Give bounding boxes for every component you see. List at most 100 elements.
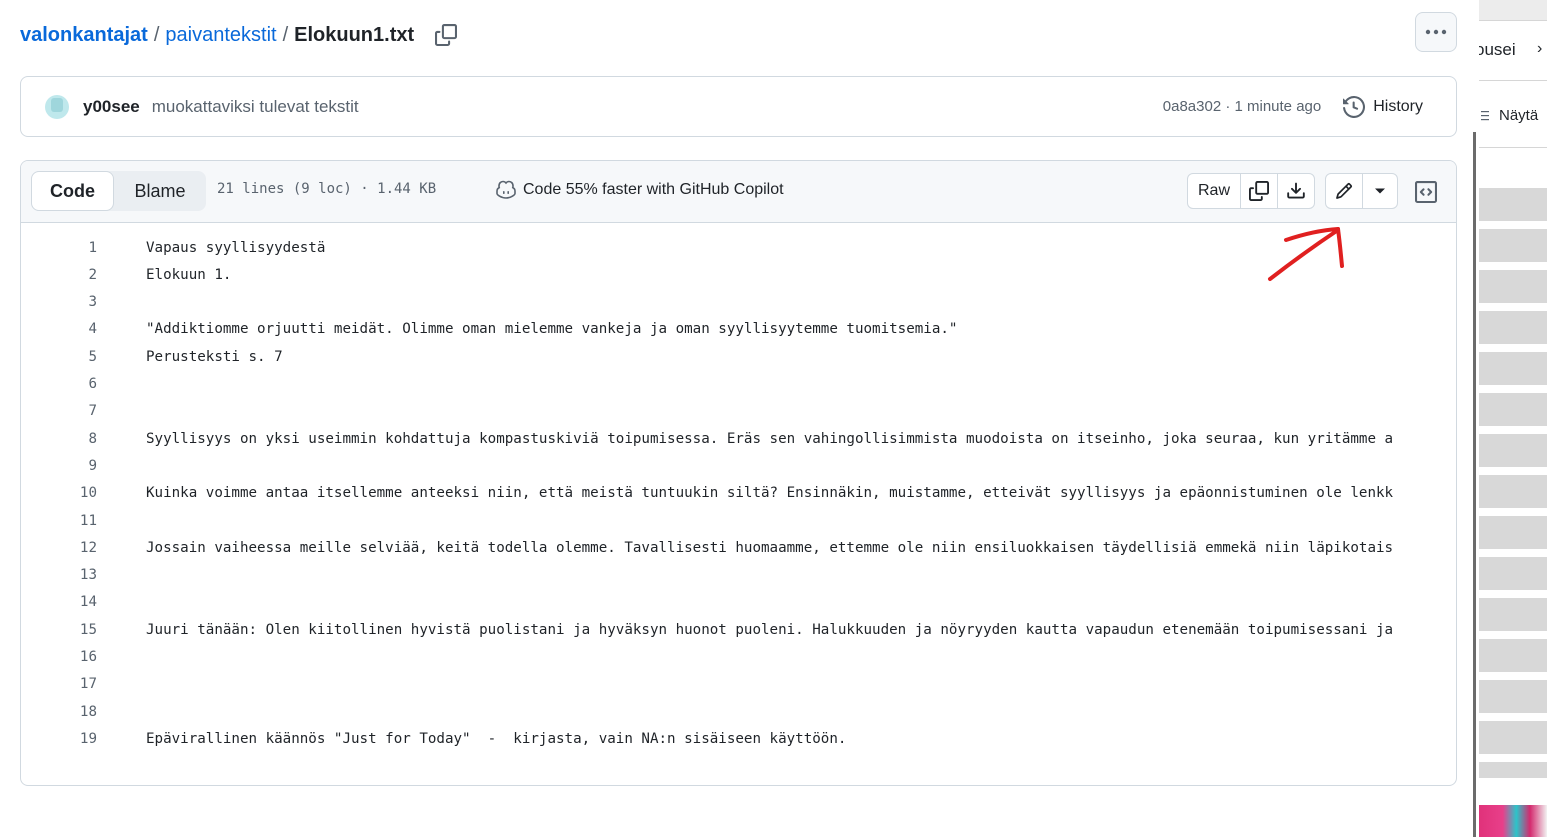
line-number[interactable]: 9 [21,458,97,474]
code-content[interactable]: 1 Vapaus syyllisyydestä 2 Elokuun 1. 3 4 "A… [21,222,1456,785]
line-number[interactable]: 2 [21,267,97,283]
copy-raw-button[interactable] [1240,174,1277,208]
line-number[interactable]: 6 [21,376,97,392]
commit-author[interactable]: y00see [83,97,140,117]
decorative-image [1479,805,1547,837]
line-number[interactable]: 14 [21,594,97,610]
code-line: 17 [21,671,146,698]
copilot-promo-text: Code 55% faster with GitHub Copilot [523,181,784,198]
breadcrumb-owner-link[interactable]: valonkantajat [20,24,148,47]
line-text: Elokuun 1. [146,266,232,283]
copy-path-icon[interactable] [432,21,460,49]
download-button[interactable] [1277,174,1314,208]
panel-row[interactable] [1479,270,1547,303]
line-text: "Addiktiomme orjuutti meidät. Olimme oma… [146,321,958,338]
avatar[interactable] [45,94,69,119]
code-line: 14 [21,589,146,616]
copilot-promo-link[interactable]: Code 55% faster with GitHub Copilot [495,180,784,200]
line-text: Juuri tänään: Olen kiitollinen hyvistä p… [146,621,1394,638]
breadcrumb-file-name: Elokuun1.txt [294,23,415,46]
list-icon [1481,110,1489,120]
panel-row[interactable] [1479,311,1547,344]
panel-item[interactable]: ousei [1479,40,1516,60]
scrollbar[interactable] [1473,132,1476,837]
code-line: 3 [21,289,146,316]
panel-row[interactable] [1479,188,1547,221]
main-content: valonkantajat / paivantekstit / Elokuun1… [0,0,1475,837]
line-number[interactable]: 12 [21,540,97,556]
line-number[interactable]: 17 [21,676,97,692]
breadcrumb-repo-link[interactable]: paivantekstit [165,24,276,47]
code-line: 13 [21,562,146,589]
line-number[interactable]: 7 [21,403,97,419]
line-number[interactable]: 19 [21,731,97,747]
line-number[interactable]: 11 [21,513,97,529]
line-number[interactable]: 1 [21,240,97,256]
line-number[interactable]: 3 [21,294,97,310]
kebab-horizontal-icon [1425,29,1447,35]
history-button[interactable]: History [1343,95,1423,118]
raw-button[interactable]: Raw [1188,174,1240,208]
line-number[interactable]: 10 [21,485,97,501]
code-line: 8 Syyllisyys on yksi useimmin kohdattuja … [21,425,1393,452]
panel-row[interactable] [1479,557,1547,590]
code-line: 1 Vapaus syyllisyydestä [21,234,325,261]
line-text: Perusteksti s. 7 [146,348,283,365]
chevron-right-icon[interactable]: › [1537,40,1542,58]
edit-actions-group [1325,173,1398,209]
pencil-icon [1336,183,1352,199]
breadcrumb-separator: / [153,23,160,46]
edit-file-button[interactable] [1326,174,1363,208]
code-line: 5 Perusteksti s. 7 [21,343,283,370]
line-number[interactable]: 16 [21,649,97,665]
history-icon [1343,95,1366,118]
line-number[interactable]: 15 [21,622,97,638]
panel-row[interactable] [1479,639,1547,672]
history-label: History [1373,97,1423,115]
code-line: 16 [21,644,146,671]
more-options-button[interactable] [1415,12,1457,52]
code-line: 7 [21,398,146,425]
edit-dropdown-button[interactable] [1363,174,1397,208]
panel-row[interactable] [1479,393,1547,426]
panel-row[interactable] [1479,229,1547,262]
panel-row[interactable] [1479,434,1547,467]
line-number[interactable]: 5 [21,349,97,365]
line-number[interactable]: 13 [21,567,97,583]
code-line: 4 "Addiktiomme orjuutti meidät. Olimme om… [21,316,957,343]
panel-row[interactable] [1479,762,1547,778]
breadcrumb-separator: / [282,23,289,46]
line-number[interactable]: 18 [21,704,97,720]
line-number[interactable]: 4 [21,321,97,337]
panel-row[interactable] [1479,352,1547,385]
panel-row[interactable] [1479,516,1547,549]
panel-row[interactable] [1479,680,1547,713]
file-info: 21 lines (9 loc) · 1.44 KB [217,181,437,197]
latest-commit-box: y00see muokattaviksi tulevat tekstit 0a8… [20,76,1457,137]
code-square-icon [1415,181,1437,203]
copilot-icon [496,180,516,199]
panel-row[interactable] [1479,475,1547,508]
breadcrumb: valonkantajat / paivantekstit / Elokuun1… [20,18,460,52]
show-menu-button[interactable]: Näytä [1481,107,1538,124]
show-label: Näytä [1499,107,1539,124]
commit-message[interactable]: muokattaviksi tulevat tekstit [152,97,359,117]
commit-hash-time[interactable]: 0a8a302 · 1 minute ago [1163,98,1321,115]
code-line: 19 Epävirallinen käännös "Just for Today"… [21,725,847,752]
line-text: Kuinka voimme antaa itsellemme anteeksi … [146,485,1394,502]
triangle-down-icon [1375,188,1385,194]
panel-row[interactable] [1479,598,1547,631]
line-text: Syyllisyys on yksi useimmin kohdattuja k… [146,430,1394,447]
tab-code[interactable]: Code [31,171,114,211]
code-line: 6 [21,371,146,398]
file-actions-group: Raw [1187,173,1315,209]
divider [1479,147,1547,148]
line-text: Epävirallinen käännös "Just for Today" -… [146,730,847,747]
symbols-panel-button[interactable] [1409,175,1443,209]
code-line: 11 [21,507,146,534]
line-number[interactable]: 8 [21,431,97,447]
code-line: 18 [21,698,146,725]
panel-row[interactable] [1479,721,1547,754]
tab-blame[interactable]: Blame [114,171,206,211]
panel-top-strip [1479,0,1547,20]
